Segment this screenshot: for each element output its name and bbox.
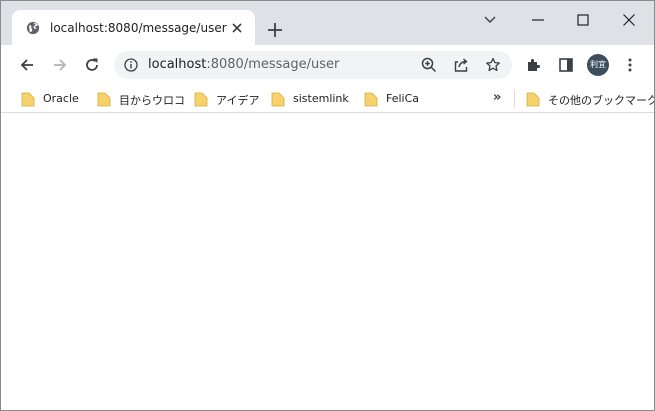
- bookmarks-overflow-button[interactable]: »: [493, 91, 505, 105]
- tab-close-icon[interactable]: [230, 21, 244, 35]
- bookmark-label: Oracle: [43, 92, 79, 105]
- url-text[interactable]: localhost:8080/message/user: [148, 57, 339, 72]
- zoom-icon[interactable]: [420, 56, 438, 74]
- close-icon[interactable]: [620, 11, 638, 29]
- back-arrow-icon[interactable]: [18, 56, 36, 74]
- bookmark-label: アイデア: [216, 94, 260, 107]
- profile-avatar[interactable]: 利宜: [587, 54, 609, 76]
- star-icon[interactable]: [484, 56, 502, 74]
- tab-title: localhost:8080/message/user: [50, 21, 227, 35]
- share-icon[interactable]: [452, 56, 470, 74]
- page-content: [1, 114, 654, 410]
- kebab-menu-icon[interactable]: [621, 56, 639, 74]
- folder-icon: [526, 92, 540, 107]
- new-tab-icon[interactable]: [267, 22, 283, 38]
- bookmark-label: 目からウロコ: [119, 94, 185, 107]
- address-bar[interactable]: localhost:8080/message/user: [114, 51, 512, 79]
- tab-strip: localhost:8080/message/user: [1, 1, 654, 45]
- puzzle-icon[interactable]: [525, 56, 543, 74]
- chevron-down-icon[interactable]: [481, 11, 499, 29]
- forward-arrow-icon[interactable]: [51, 56, 69, 74]
- bookmark-label: sistemlink: [293, 92, 349, 105]
- browser-window: localhost:8080/message/user localhost:80…: [0, 0, 655, 411]
- url-host: localhost: [148, 57, 207, 72]
- toolbar: localhost:8080/message/user 利宜: [1, 45, 654, 85]
- url-path: :8080/message/user: [206, 57, 340, 72]
- side-panel-icon[interactable]: [557, 56, 575, 74]
- folder-icon: [271, 92, 285, 107]
- bookmark-label: FeliCa: [386, 92, 420, 105]
- bookmarks-separator: [514, 90, 515, 108]
- info-icon[interactable]: [124, 58, 138, 72]
- folder-icon: [194, 92, 208, 107]
- globe-icon: [26, 21, 40, 35]
- active-tab[interactable]: localhost:8080/message/user: [12, 10, 255, 45]
- folder-icon: [364, 92, 378, 107]
- folder-icon: [21, 92, 35, 107]
- folder-icon: [97, 92, 111, 107]
- maximize-icon[interactable]: [574, 11, 592, 29]
- bookmarks-bar: Oracle 目からウロコ アイデア sistemlink FeliCa その他…: [1, 85, 654, 113]
- other-bookmarks-label: その他のブックマーク: [548, 94, 655, 107]
- reload-icon[interactable]: [83, 56, 101, 74]
- minimize-icon[interactable]: [529, 11, 547, 29]
